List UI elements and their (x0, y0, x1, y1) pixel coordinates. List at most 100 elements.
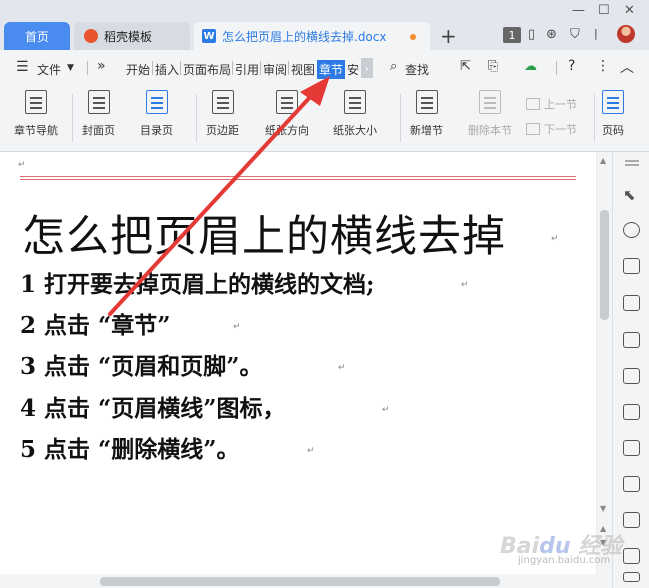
apps-grid-icon[interactable] (623, 332, 640, 348)
split-view-icon[interactable]: ▯ (528, 27, 535, 42)
image-gallery-icon[interactable] (623, 548, 640, 564)
select-cursor-icon[interactable]: ⬉ (623, 186, 640, 204)
scroll-down-arrow-icon[interactable]: ▼ (600, 504, 606, 513)
previous-section-button[interactable]: 上一节 (526, 96, 577, 112)
menu-item-security-truncated[interactable]: 安 (347, 61, 359, 78)
paragraph-mark: ↵ (233, 322, 241, 332)
archive-box-icon[interactable] (623, 512, 640, 528)
menu-separator (288, 61, 289, 75)
header-horizontal-line[interactable] (20, 176, 576, 177)
menu-item-review[interactable]: 审阅 (263, 61, 287, 78)
minimize-icon[interactable]: — (572, 3, 585, 18)
menu-item-page-layout[interactable]: 页面布局 (183, 61, 231, 78)
picture-icon[interactable] (623, 404, 640, 420)
step-5[interactable]: 5 点击 “删除横线”。 (20, 430, 239, 464)
step-4[interactable]: 4 点击 “页眉横线”图标， (20, 389, 285, 423)
menu-scroll-right-icon[interactable]: › (361, 58, 373, 78)
share-loop-icon[interactable]: ⊛ (546, 27, 557, 42)
page-number-icon (602, 90, 624, 114)
document-page[interactable]: ↵ 怎么把页眉上的横线去掉 ↵ 1 打开要去掉页眉上的横线的文档; ↵ 2 点击… (0, 152, 596, 574)
new-tab-plus-icon[interactable]: + (440, 24, 457, 48)
chapter-navigation-icon (25, 90, 47, 114)
search-icon[interactable]: ⌕ (390, 59, 397, 74)
search-button[interactable]: 查找 (405, 61, 429, 78)
cloud-sync-icon[interactable]: ☁ (524, 59, 537, 74)
horizontal-scrollbar[interactable] (0, 574, 612, 588)
next-section-label: 下一节 (544, 123, 577, 136)
menu-separator (152, 61, 153, 75)
hamburger-menu-icon[interactable]: ☰ (16, 59, 29, 75)
menu-item-chapter[interactable]: 章节 (317, 60, 346, 79)
separator-icon: | (594, 27, 598, 40)
scroll-up-arrow-icon[interactable]: ▲ (600, 156, 606, 165)
menu-separator (180, 61, 181, 75)
pane-handle-icon[interactable] (625, 160, 639, 162)
file-dropdown-chevron-icon[interactable]: ▼ (67, 63, 74, 73)
toc-page-button[interactable]: 目录页 (140, 90, 173, 138)
delete-section-label: 删除本节 (468, 124, 512, 137)
document-area: ↵ 怎么把页眉上的横线去掉 ↵ 1 打开要去掉页眉上的横线的文档; ↵ 2 点击… (0, 152, 612, 574)
step-2[interactable]: 2 点击 “章节” (20, 306, 170, 340)
tab-daoke-label: 稻壳模板 (104, 29, 153, 44)
daoke-logo-icon (84, 29, 98, 43)
export-icon[interactable] (623, 440, 640, 456)
maximize-icon[interactable]: ☐ (598, 3, 610, 18)
step-1[interactable]: 1 打开要去掉页眉上的横线的文档; (20, 265, 375, 299)
more-options-icon[interactable]: ⋮ (596, 58, 610, 74)
translate-icon[interactable] (623, 476, 640, 492)
page-orientation-icon (276, 90, 298, 114)
page-number-button[interactable]: 页码 (602, 90, 624, 138)
help-icon[interactable]: ? (568, 58, 575, 74)
vertical-scrollbar[interactable]: ▲ ▼ ▲ ▼ (597, 152, 612, 574)
paper-size-label: 纸张大小 (333, 124, 377, 137)
menu-item-view[interactable]: 视图 (291, 61, 315, 78)
menu-separator (556, 61, 557, 75)
document-title[interactable]: 怎么把页眉上的横线去掉 (22, 202, 506, 264)
adjust-sliders-icon[interactable] (623, 368, 640, 384)
close-window-icon[interactable]: ✕ (624, 3, 635, 18)
header-paragraph-mark: ↵ (18, 160, 26, 170)
next-section-button[interactable]: 下一节 (526, 121, 577, 137)
bottom-tool-icon[interactable] (623, 572, 640, 582)
paper-size-button[interactable]: 纸张大小 (333, 90, 377, 138)
chapter-navigation-label: 章节导航 (14, 124, 58, 137)
word-doc-icon: W (202, 29, 216, 43)
add-section-button[interactable]: 新增节 (410, 90, 443, 138)
step-3[interactable]: 3 点击 “页眉和页脚”。 (20, 347, 262, 381)
window-count-badge[interactable]: 1 (503, 27, 521, 43)
menu-item-start[interactable]: 开始 (126, 61, 150, 78)
ribbon-separator (594, 94, 595, 142)
paragraph-mark: ↵ (338, 363, 346, 373)
share-icon[interactable]: ⇱ (460, 59, 471, 74)
delete-section-button[interactable]: 删除本节 (468, 90, 512, 138)
tab-home[interactable]: 首页 (4, 22, 70, 50)
next-section-icon (526, 123, 540, 135)
horizontal-scroll-thumb[interactable] (100, 577, 500, 586)
collapse-ribbon-chevron-icon[interactable]: ︿ (620, 57, 634, 77)
title-bar: 首页 稻壳模板 W 怎么把页眉上的横线去掉.docx + — ☐ ✕ 1 ▯ ⊛… (0, 0, 649, 50)
collaborate-icon[interactable]: ⎘ (488, 59, 498, 74)
header-horizontal-line-second[interactable] (20, 179, 576, 180)
paragraph-mark: ↵ (551, 234, 559, 244)
unsaved-indicator-icon (410, 34, 416, 40)
paragraph-mark: ↵ (382, 405, 390, 415)
menu-bar: ☰ 文件 ▼ » 开始 插入 页面布局 引用 审阅 视图 章节 安 › ⌕ 查找… (0, 50, 649, 86)
shapes-icon[interactable] (623, 222, 640, 238)
tab-daoke-templates[interactable]: 稻壳模板 (74, 22, 190, 50)
file-menu[interactable]: 文件 (37, 61, 61, 78)
tab-document[interactable]: W 怎么把页眉上的横线去掉.docx (194, 22, 430, 50)
style-format-icon[interactable] (623, 258, 640, 274)
tab-home-label: 首页 (24, 29, 49, 44)
page-orientation-button[interactable]: 纸张方向 (265, 90, 309, 138)
table-icon[interactable] (623, 295, 640, 311)
vertical-scroll-thumb[interactable] (600, 210, 609, 320)
cover-page-button[interactable]: 封面页 (82, 90, 115, 138)
double-chevron-icon[interactable]: » (97, 58, 106, 74)
ribbon-separator (196, 94, 197, 142)
skin-shirt-icon[interactable]: ⛉ (570, 27, 580, 42)
chapter-navigation-button[interactable]: 章节导航 (14, 90, 58, 138)
user-avatar[interactable] (617, 25, 635, 43)
menu-item-insert[interactable]: 插入 (155, 61, 179, 78)
margins-button[interactable]: 页边距 (206, 90, 239, 138)
menu-item-references[interactable]: 引用 (235, 61, 259, 78)
